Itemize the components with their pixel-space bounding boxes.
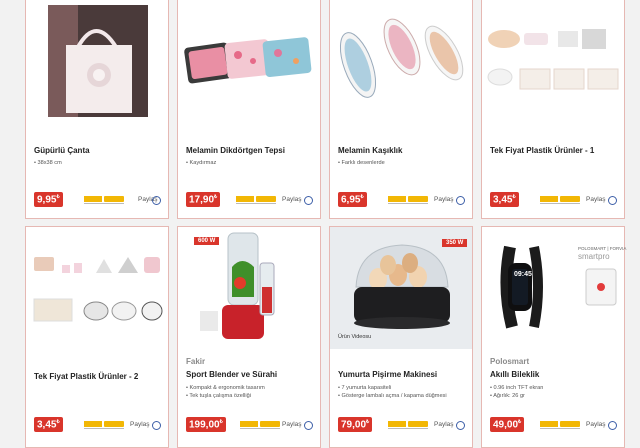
product-feature: • 7 yumurta kapasiteli	[338, 385, 392, 391]
share-icon[interactable]	[608, 196, 617, 205]
taksit-badge	[236, 196, 278, 205]
share-label[interactable]: Paylaş	[586, 421, 606, 428]
product-image[interactable]	[330, 0, 472, 120]
share-icon[interactable]	[152, 421, 161, 430]
taksit-badge	[388, 196, 430, 205]
price-tag: 49,00₺	[490, 417, 525, 433]
product-image[interactable]	[178, 227, 320, 349]
product-card[interactable]: Tek Fiyat Plastik Ürünler - 2 3,45₺ Payl…	[25, 226, 169, 448]
share-label[interactable]: Paylaş	[282, 196, 302, 203]
price-tag: 17,90₺	[186, 192, 221, 208]
product-feature: • Kompakt & ergonomik tasarım	[186, 385, 265, 391]
product-card[interactable]: Melamin Kaşıklık • Farklı desenlerde 6,9…	[329, 0, 473, 219]
product-feature: • 38x38 cm	[34, 160, 62, 166]
product-card[interactable]: 350 W Ürün Videosu Yumurta Pişirme Makin…	[329, 226, 473, 448]
product-feature: • 0.96 inch TFT ekran	[490, 385, 544, 391]
product-title[interactable]: Melamin Dikdörtgen Tepsi	[186, 146, 285, 155]
product-image[interactable]	[482, 0, 624, 120]
price-tag: 199,00₺	[186, 417, 226, 433]
price-tag: 79,00₺	[338, 417, 373, 433]
product-card[interactable]: Melamin Dikdörtgen Tepsi • Kaydırmaz 17,…	[177, 0, 321, 219]
product-title[interactable]: Tek Fiyat Plastik Ürünler - 1	[490, 146, 594, 155]
share-label[interactable]: Paylaş	[434, 196, 454, 203]
share-icon[interactable]	[608, 421, 617, 430]
taksit-badge	[540, 421, 582, 430]
share-icon[interactable]	[456, 196, 465, 205]
product-card[interactable]: Güpürlü Çanta • 38x38 cm 9,95₺ Paylaş	[25, 0, 169, 219]
product-title[interactable]: Sport Blender ve Sürahi	[186, 370, 277, 379]
price-tag: 3,45₺	[490, 192, 519, 208]
share-label[interactable]: Paylaş	[586, 196, 606, 203]
taksit-badge	[240, 421, 282, 430]
share-icon[interactable]	[304, 421, 313, 430]
video-label[interactable]: Ürün Videosu	[338, 333, 371, 341]
taksit-badge	[84, 196, 126, 205]
share-label[interactable]: Paylaş	[282, 421, 302, 428]
product-title[interactable]: Güpürlü Çanta	[34, 146, 90, 155]
product-title[interactable]: Tek Fiyat Plastik Ürünler - 2	[34, 372, 138, 381]
watch-promo-model: smartpro	[578, 252, 610, 261]
product-card[interactable]: POLOSMART | FORVIA smartpro 09:45 Polosm…	[481, 226, 626, 448]
product-feature: • Ağırlık: 26 gr	[490, 393, 525, 399]
taksit-badge	[388, 421, 430, 430]
share-label[interactable]: Paylaş	[130, 421, 150, 428]
share-icon[interactable]	[304, 196, 313, 205]
power-badge: 600 W	[194, 237, 220, 245]
product-brand: Fakir	[186, 357, 206, 366]
product-title[interactable]: Melamin Kaşıklık	[338, 146, 402, 155]
product-feature: • Farklı desenlerde	[338, 160, 385, 166]
watch-time: 09:45	[514, 271, 532, 278]
product-image[interactable]	[178, 0, 320, 120]
price-tag: 6,95₺	[338, 192, 367, 208]
product-image[interactable]	[26, 0, 168, 120]
product-feature: • Tek tuşla çalışma özelliği	[186, 393, 251, 399]
share-icon[interactable]	[456, 421, 465, 430]
share-icon[interactable]	[152, 196, 161, 205]
power-badge: 350 W	[442, 239, 468, 247]
product-brand: Polosmart	[490, 357, 530, 366]
product-title[interactable]: Akıllı Bileklik	[490, 370, 539, 379]
product-image[interactable]	[26, 227, 168, 349]
share-label[interactable]: Paylaş	[434, 421, 454, 428]
product-card[interactable]: 600 W Fakir Sport Blender ve Sürahi • Ko…	[177, 226, 321, 448]
product-feature: • Gösterge lambalı açma / kapama düğmesi	[338, 393, 447, 399]
price-tag: 9,95₺	[34, 192, 63, 208]
product-card[interactable]: Tek Fiyat Plastik Ürünler - 1 3,45₺ Payl…	[481, 0, 625, 219]
product-feature: • Kaydırmaz	[186, 160, 217, 166]
product-title[interactable]: Yumurta Pişirme Makinesi	[338, 370, 437, 379]
taksit-badge	[84, 421, 126, 430]
taksit-badge	[540, 196, 582, 205]
price-tag: 3,45₺	[34, 417, 63, 433]
